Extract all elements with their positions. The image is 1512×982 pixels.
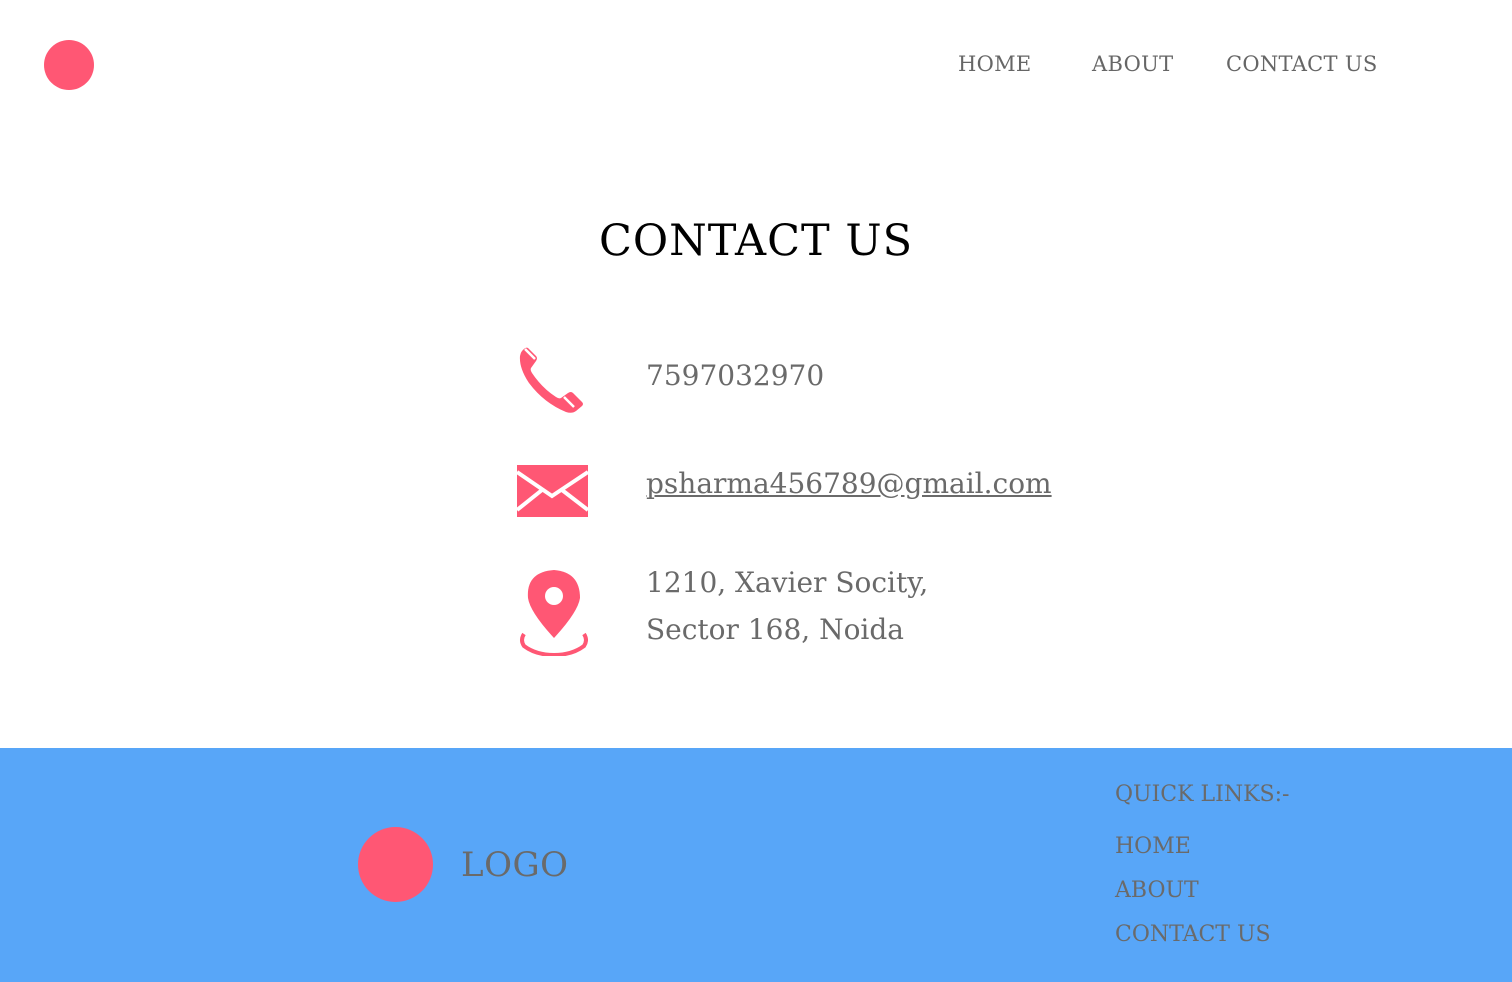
footer: LOGO QUICK LINKS:- HOME ABOUT CONTACT US: [0, 748, 1512, 982]
footer-logo-icon: [358, 827, 433, 902]
footer-home-link[interactable]: HOME: [1115, 834, 1191, 859]
nav-home-link[interactable]: HOME: [958, 52, 1032, 76]
nav-contact-link[interactable]: CONTACT US: [1226, 52, 1378, 76]
nav-about-link[interactable]: ABOUT: [1092, 52, 1173, 76]
logo-circle-icon[interactable]: [44, 40, 94, 90]
page-title: CONTACT US: [598, 216, 914, 266]
location-pin-icon: [516, 568, 588, 656]
phone-icon: [516, 346, 586, 414]
email-link[interactable]: psharma456789@gmail.com: [646, 467, 1052, 500]
page: HOME ABOUT CONTACT US CONTACT US 7597032…: [0, 0, 1512, 982]
quick-links-title: QUICK LINKS:-: [1115, 782, 1290, 807]
footer-about-link[interactable]: ABOUT: [1115, 878, 1199, 903]
phone-number: 7597032970: [646, 359, 825, 392]
footer-contact-link[interactable]: CONTACT US: [1115, 922, 1271, 947]
envelope-icon: [516, 464, 588, 517]
header: HOME ABOUT CONTACT US: [0, 0, 1512, 130]
footer-logo-text: LOGO: [461, 845, 569, 885]
address-line-2: Sector 168, Noida: [646, 613, 905, 646]
address-line-1: 1210, Xavier Socity,: [646, 566, 929, 599]
